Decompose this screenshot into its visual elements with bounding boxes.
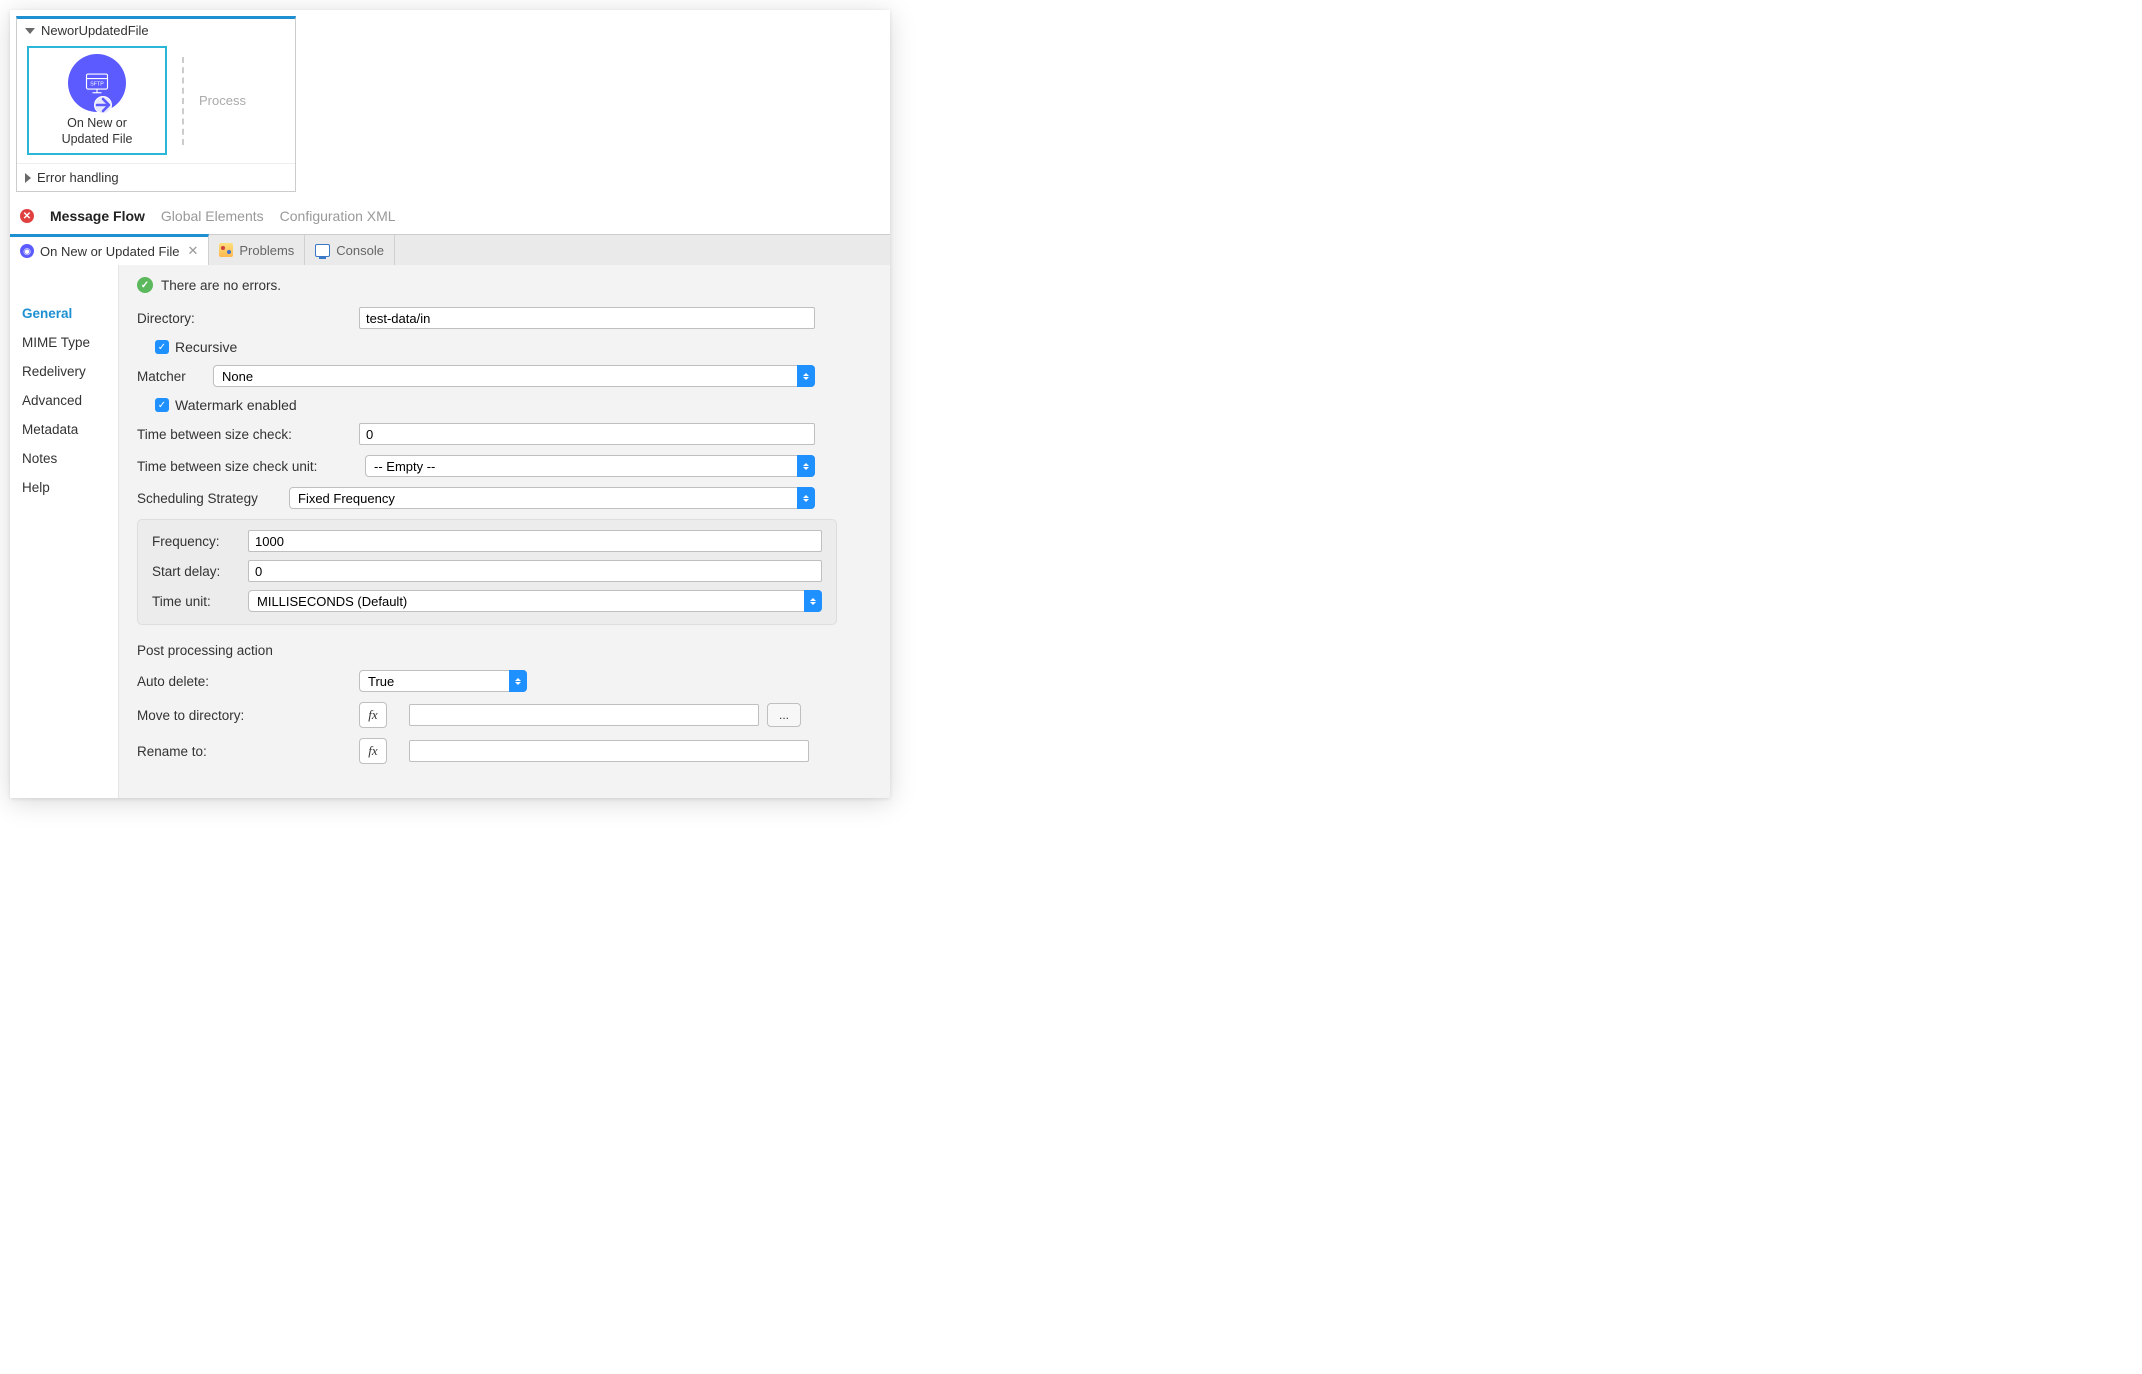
fx-button[interactable]: fx [359,738,387,764]
status-text: There are no errors. [161,278,281,293]
rename-input[interactable] [409,740,809,762]
tbscu-label: Time between size check unit: [137,459,365,474]
problems-icon [219,243,233,257]
error-icon: ✕ [20,209,34,223]
tab-configuration-xml[interactable]: Configuration XML [280,208,396,224]
ok-icon: ✓ [137,277,153,293]
editor-tabs: ✕ Message Flow Global Elements Configura… [16,200,884,234]
close-icon[interactable]: ✕ [187,243,198,259]
arrow-right-icon [94,96,112,114]
sidebar-item-metadata[interactable]: Metadata [10,415,118,444]
flow-canvas: NeworUpdatedFile SFTP On New orUpdated F… [16,16,296,192]
matcher-label: Matcher [137,369,213,384]
expand-icon[interactable] [25,173,31,183]
scheduling-subpanel: Frequency: Start delay: Time unit: MILLI… [137,519,837,625]
sidebar-item-general[interactable]: General [10,299,118,328]
sidebar-item-help[interactable]: Help [10,473,118,502]
tab-console[interactable]: Console [305,235,395,265]
tbsc-label: Time between size check: [137,427,359,442]
watermark-checkbox[interactable]: ✓ [155,398,169,412]
autodel-label: Auto delete: [137,674,359,689]
fx-button[interactable]: fx [359,702,387,728]
component-icon: ◉ [20,244,34,258]
recursive-label: Recursive [175,339,237,355]
sidebar-item-mime-type[interactable]: MIME Type [10,328,118,357]
sftp-icon: SFTP [68,54,126,112]
collapse-icon[interactable] [25,28,35,34]
tab-global-elements[interactable]: Global Elements [161,208,264,224]
tab-problems[interactable]: Problems [209,235,305,265]
post-processing-title: Post processing action [137,643,872,658]
divider [182,57,184,145]
node-label: On New orUpdated File [41,116,153,147]
timeunit-select[interactable]: MILLISECONDS (Default) [248,590,822,612]
sidebar-item-redelivery[interactable]: Redelivery [10,357,118,386]
sched-label: Scheduling Strategy [137,491,289,506]
side-nav: General MIME Type Redelivery Advanced Me… [10,265,119,798]
frequency-input[interactable] [248,530,822,552]
flow-header[interactable]: NeworUpdatedFile [17,19,295,42]
console-icon [315,244,330,257]
svg-text:SFTP: SFTP [90,81,104,87]
tab-message-flow[interactable]: Message Flow [50,208,145,224]
recursive-checkbox[interactable]: ✓ [155,340,169,354]
frequency-label: Frequency: [152,534,248,549]
movedir-input[interactable] [409,704,759,726]
movedir-label: Move to directory: [137,708,359,723]
browse-button[interactable]: ... [767,703,801,727]
sched-select[interactable]: Fixed Frequency [289,487,815,509]
matcher-select[interactable]: None [213,365,815,387]
rename-label: Rename to: [137,744,359,759]
watermark-label: Watermark enabled [175,397,297,413]
tbsc-input[interactable] [359,423,815,445]
sidebar-item-advanced[interactable]: Advanced [10,386,118,415]
directory-input[interactable] [359,307,815,329]
form-area: ✓ There are no errors. Directory: ✓ Recu… [119,265,890,798]
autodel-select[interactable]: True [359,670,527,692]
process-placeholder[interactable]: Process [199,93,246,108]
panel-tabs: ◉ On New or Updated File ✕ Problems Cons… [10,234,890,265]
timeunit-label: Time unit: [152,594,248,609]
flow-name: NeworUpdatedFile [41,23,149,38]
directory-label: Directory: [137,311,359,326]
tab-on-new-or-updated-file[interactable]: ◉ On New or Updated File ✕ [10,234,209,265]
sidebar-item-notes[interactable]: Notes [10,444,118,473]
error-handling-row[interactable]: Error handling [17,163,295,191]
tbscu-select[interactable]: -- Empty -- [365,455,815,477]
startdelay-input[interactable] [248,560,822,582]
flow-node-on-new-or-updated-file[interactable]: SFTP On New orUpdated File [27,46,167,155]
startdelay-label: Start delay: [152,564,248,579]
